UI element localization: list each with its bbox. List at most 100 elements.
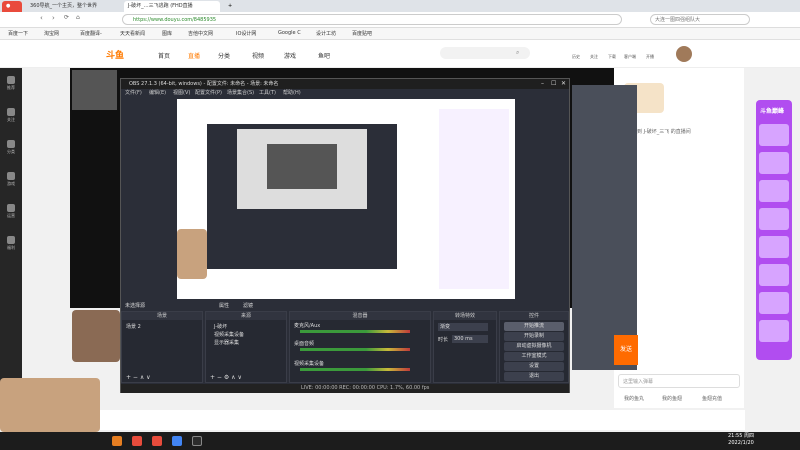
webcam-overlay-small: [177, 229, 207, 279]
bookmark-item[interactable]: 图库: [162, 30, 172, 37]
duration-input[interactable]: 300 ms: [452, 335, 488, 343]
bookmark-item[interactable]: Google C: [278, 30, 301, 36]
avatar[interactable]: [676, 46, 692, 62]
scenes-panel: 场景 场景 2 + − ∧ ∨: [121, 311, 203, 383]
stream-overlay-thumbnail: [72, 70, 117, 110]
browser-menu-button[interactable]: ●: [2, 1, 22, 12]
nav-home[interactable]: 首页: [158, 51, 170, 60]
header-history[interactable]: 历史: [572, 54, 580, 60]
source-item[interactable]: 视频采集设备: [214, 331, 244, 338]
no-source-label: 未选择源: [125, 303, 146, 309]
rail-item-game[interactable]: 游戏: [2, 172, 20, 187]
taskbar-obs-icon[interactable]: [192, 436, 202, 446]
bookmarks-bar: 百度一下 淘宝网 百度翻译- 天天看新闻 图库 吉他中文网 IO设计网 Goog…: [0, 28, 800, 40]
my-yuwan[interactable]: 我的鱼丸: [624, 395, 644, 402]
menu-scene-collection[interactable]: 场景集合(S): [227, 89, 254, 97]
game-icon: [7, 172, 15, 180]
rail-item-ops[interactable]: 运营: [2, 204, 20, 219]
bookmark-item[interactable]: 淘宝网: [44, 30, 59, 37]
bookmark-item[interactable]: IO设计网: [236, 30, 256, 37]
bookmark-item[interactable]: 百度翻译-: [80, 30, 102, 37]
rail-item-welfare[interactable]: 福利: [2, 236, 20, 251]
add-source-button[interactable]: + − ⚙ ∧ ∨: [210, 374, 242, 381]
nav-video[interactable]: 视频: [252, 51, 264, 60]
maximize-icon[interactable]: ☐: [551, 80, 556, 87]
start-streaming-button[interactable]: 开始推流: [504, 322, 564, 331]
taskbar-app-icon[interactable]: [132, 436, 142, 446]
send-button[interactable]: 发送: [614, 335, 638, 365]
obs-source-toolbar: 未选择源 属性 滤镜: [121, 301, 569, 309]
filters-button[interactable]: 滤镜: [243, 302, 253, 309]
rail-item-recommend[interactable]: 推荐: [2, 76, 20, 91]
recommend-icon: [7, 76, 15, 84]
scene-item[interactable]: 场景 2: [126, 323, 141, 330]
header-client[interactable]: 客户端: [624, 54, 636, 60]
nav-live[interactable]: 直播: [188, 51, 200, 60]
rail-item-follow[interactable]: 关注: [2, 108, 20, 123]
menu-help[interactable]: 帮助(H): [283, 89, 301, 97]
chat-input[interactable]: 这里输入弹幕: [618, 374, 740, 388]
nav-category[interactable]: 分类: [218, 51, 230, 60]
header-download[interactable]: 下载: [608, 54, 616, 60]
close-icon[interactable]: ✕: [561, 80, 566, 87]
back-icon[interactable]: ‹: [40, 14, 43, 22]
studio-mode-button[interactable]: 工作室模式: [504, 352, 564, 361]
menu-profile[interactable]: 配置文件(P): [195, 89, 222, 97]
source-item[interactable]: 显示器采集: [214, 339, 239, 346]
menu-view[interactable]: 视图(V): [173, 89, 190, 97]
url-field[interactable]: https://www.douyu.com/8485935: [122, 14, 622, 25]
promo-card[interactable]: [759, 152, 789, 174]
promo-card[interactable]: [759, 236, 789, 258]
reload-icon[interactable]: ⟳: [64, 14, 69, 21]
promo-card[interactable]: [759, 264, 789, 286]
taskbar-app-icon[interactable]: [152, 436, 162, 446]
taskbar-chrome-icon[interactable]: [172, 436, 182, 446]
taskbar-app-icon[interactable]: [112, 436, 122, 446]
bookmark-item[interactable]: 百度一下: [8, 30, 28, 37]
promo-card[interactable]: [759, 124, 789, 146]
search-icon[interactable]: ⌕: [516, 49, 519, 57]
tab-360[interactable]: 360导航_一个主页，整个世界: [26, 1, 122, 12]
my-yuchi[interactable]: 我的鱼翅: [662, 395, 682, 402]
header-start-live[interactable]: 开播: [646, 54, 654, 60]
properties-button[interactable]: 属性: [219, 302, 229, 309]
mixer-meter: [300, 330, 410, 333]
promo-card[interactable]: [759, 320, 789, 342]
nav-fishbar[interactable]: 鱼吧: [318, 51, 330, 60]
obs-status-bar: LIVE: 00:00:00 REC: 00:00:00 CPU: 1.7%, …: [121, 384, 569, 393]
settings-button[interactable]: 设置: [504, 362, 564, 371]
start-recording-button[interactable]: 开始录制: [504, 332, 564, 341]
windows-taskbar: [0, 432, 800, 450]
recharge[interactable]: 鱼翅充值: [702, 395, 722, 402]
rail-item-category[interactable]: 分类: [2, 140, 20, 155]
promo-card[interactable]: [759, 180, 789, 202]
obs-preview[interactable]: [177, 99, 515, 299]
bookmark-item[interactable]: 设计工坊: [316, 30, 336, 37]
minimize-icon[interactable]: –: [541, 80, 544, 87]
bookmark-item[interactable]: 天天看新闻: [120, 30, 145, 37]
transitions-panel: 转场特效 渐变 时长 300 ms: [433, 311, 497, 383]
promo-card[interactable]: [759, 292, 789, 314]
browser-search-input[interactable]: 大连一图四强组队大: [650, 14, 750, 25]
webcam-streamer-small: [72, 310, 120, 362]
menu-tools[interactable]: 工具(T): [259, 89, 276, 97]
welfare-icon: [7, 236, 15, 244]
tab-douyu[interactable]: J-破坏_…三飞逃跑 (FHD直播: [124, 1, 220, 12]
home-icon[interactable]: ⌂: [76, 14, 80, 21]
category-icon: [7, 140, 15, 148]
promo-card[interactable]: [759, 208, 789, 230]
transition-select[interactable]: 渐变: [438, 323, 488, 331]
menu-file[interactable]: 文件(F): [125, 89, 142, 97]
douyu-logo[interactable]: 斗鱼: [106, 48, 124, 61]
nav-game[interactable]: 游戏: [284, 51, 296, 60]
bookmark-item[interactable]: 百度贴吧: [352, 30, 372, 37]
forward-icon[interactable]: ›: [52, 14, 55, 22]
exit-button[interactable]: 退出: [504, 372, 564, 381]
source-item[interactable]: J-破坏: [214, 323, 227, 330]
new-tab-button[interactable]: +: [224, 1, 232, 12]
bookmark-item[interactable]: 吉他中文网: [188, 30, 213, 37]
add-scene-button[interactable]: + − ∧ ∨: [126, 374, 151, 381]
header-follow[interactable]: 关注: [590, 54, 598, 60]
virtual-camera-button[interactable]: 启动虚拟摄像机: [504, 342, 564, 351]
menu-edit[interactable]: 编辑(E): [149, 89, 166, 97]
